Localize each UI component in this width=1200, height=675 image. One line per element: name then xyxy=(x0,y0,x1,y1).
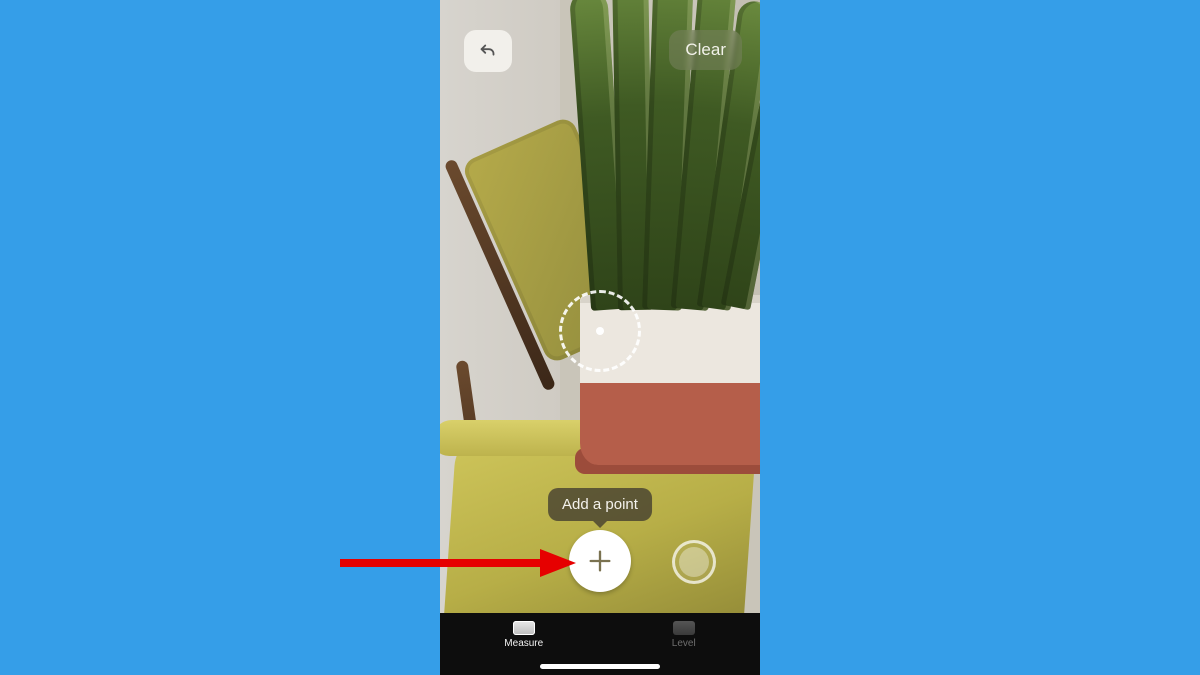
reticle-dot xyxy=(596,327,604,335)
plus-icon xyxy=(586,547,614,575)
undo-icon xyxy=(477,40,499,62)
clear-button[interactable]: Clear xyxy=(669,30,742,70)
tooltip-text: Add a point xyxy=(562,496,638,513)
tab-bar: Measure Level xyxy=(440,613,760,675)
home-indicator xyxy=(540,664,660,669)
clear-label: Clear xyxy=(685,40,726,59)
add-point-tooltip: Add a point xyxy=(548,488,652,521)
measure-reticle xyxy=(559,290,641,372)
stage: Clear Add a point Measure Level xyxy=(0,0,1200,675)
undo-button[interactable] xyxy=(464,30,512,72)
tab-measure[interactable]: Measure xyxy=(504,621,543,649)
tab-level-label: Level xyxy=(672,638,696,649)
capture-button[interactable] xyxy=(672,540,716,584)
phone-screenshot: Clear Add a point Measure Level xyxy=(440,0,760,675)
level-icon xyxy=(673,621,695,635)
add-point-button[interactable] xyxy=(569,530,631,592)
tab-measure-label: Measure xyxy=(504,638,543,649)
tab-level[interactable]: Level xyxy=(672,621,696,649)
measure-icon xyxy=(513,621,535,635)
